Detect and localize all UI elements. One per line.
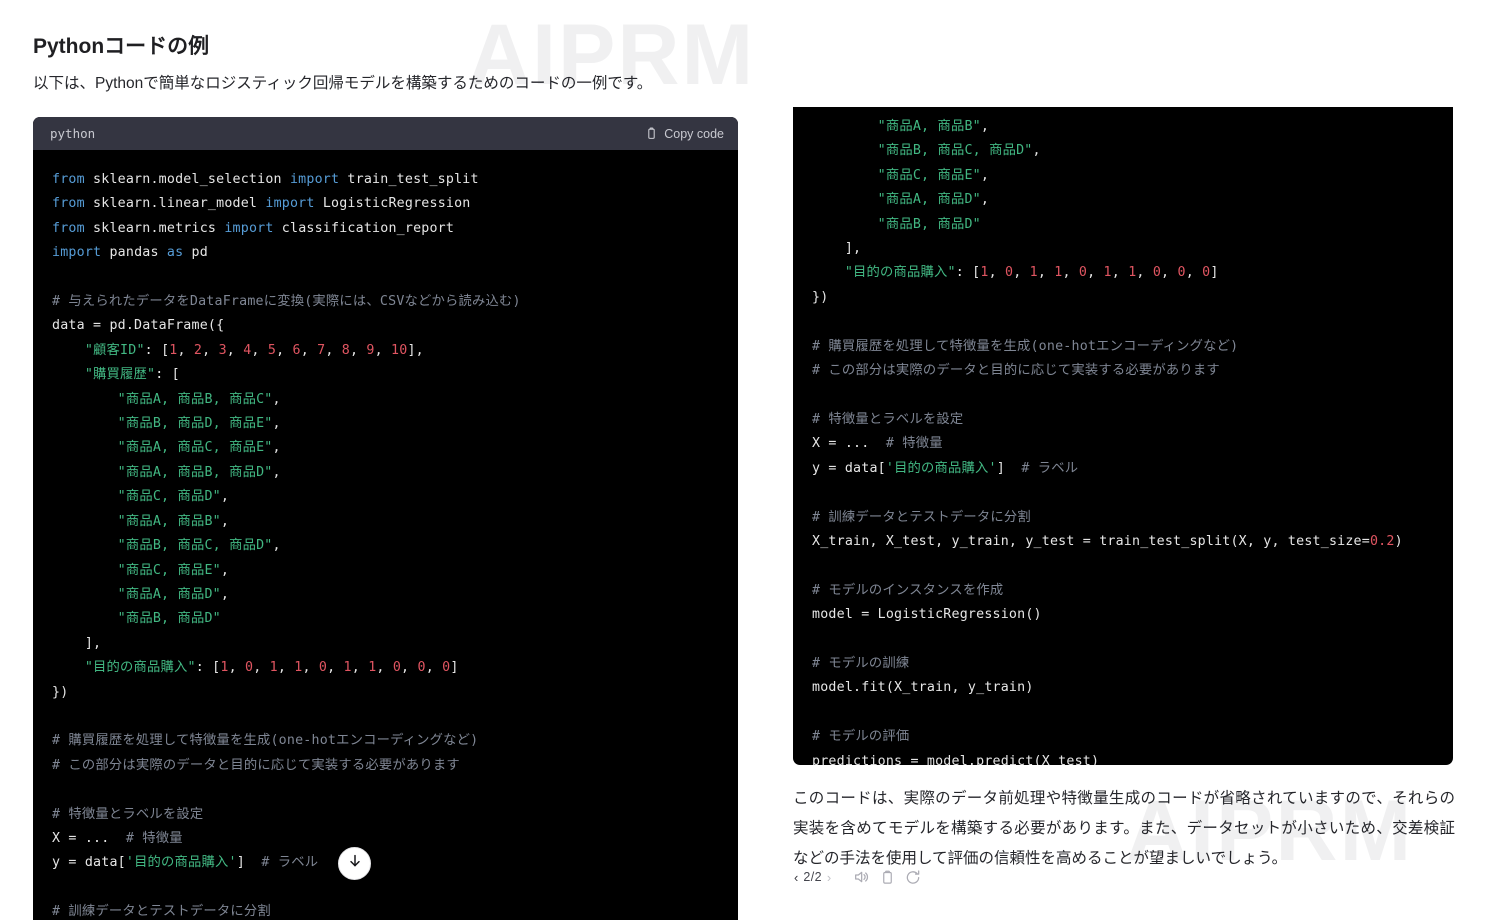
code-line: "商品C, 商品E",: [877, 167, 990, 183]
copy-code-button[interactable]: Copy code: [645, 127, 724, 141]
code-line: # 特徴量とラベルを設定: [52, 806, 204, 822]
code-line: X = ... # 特徴量: [812, 436, 943, 452]
code-line: import pandas as pd: [52, 245, 208, 261]
code-line: }): [812, 289, 829, 305]
speaker-icon: [853, 869, 869, 885]
code-line: "商品A, 商品B, 商品C",: [117, 391, 281, 407]
chatgpt-response-screenshot: AIPRM AIPRM Pythonコードの例 以下は、Pythonで簡単なロジ…: [0, 0, 1502, 920]
regenerate-button[interactable]: [900, 866, 926, 888]
scroll-to-bottom-button[interactable]: [338, 847, 371, 880]
code-line: "商品B, 商品D, 商品E",: [117, 416, 281, 432]
code-line: "商品B, 商品C, 商品D",: [877, 143, 1041, 159]
response-count-label: 2/2: [803, 870, 822, 884]
code-content-right[interactable]: "商品A, 商品B", "商品B, 商品C, 商品D", "商品C, 商品E",…: [793, 107, 1453, 765]
code-line: data = pd.DataFrame({: [52, 318, 225, 334]
code-content-left[interactable]: from sklearn.model_selection import trai…: [33, 150, 738, 920]
code-block-left: python Copy code from sklearn.model_sele…: [33, 117, 738, 920]
clipboard-icon: [880, 870, 895, 885]
code-line: ],: [812, 241, 862, 257]
code-line: y = data['目的の商品購入'] # ラベル: [52, 855, 319, 871]
code-line: # 特徴量とラベルを設定: [812, 411, 964, 427]
copy-code-label: Copy code: [664, 126, 724, 141]
code-line: # モデルの訓練: [812, 655, 910, 671]
code-line: "目的の商品購入": [1, 0, 1, 1, 0, 1, 1, 0, 0, 0…: [84, 660, 459, 676]
code-line: from sklearn.linear_model import Logisti…: [52, 196, 471, 212]
intro-paragraph: 以下は、Pythonで簡単なロジスティック回帰モデルを構築するためのコードの一例…: [33, 75, 653, 92]
code-line: "商品A, 商品B, 商品D",: [117, 464, 281, 480]
code-line: "購買履歴": [: [84, 367, 180, 383]
code-line: # 訓練データとテストデータに分割: [52, 904, 271, 920]
code-line: model = LogisticRegression(): [812, 607, 1042, 623]
prev-response-button[interactable]: ‹: [794, 871, 798, 884]
code-line: "商品C, 商品D",: [117, 489, 230, 505]
code-line: "商品B, 商品D": [877, 216, 981, 232]
left-content-column: Pythonコードの例 以下は、Pythonで簡単なロジスティック回帰モデルを構…: [0, 0, 760, 920]
code-line: y = data['目的の商品購入'] # ラベル: [812, 460, 1079, 476]
code-line: # 購買履歴を処理して特徴量を生成(one-hotエンコーディングなど): [812, 338, 1239, 354]
refresh-icon: [905, 869, 921, 885]
code-line: "商品C, 商品E",: [117, 562, 230, 578]
code-line: X = ... # 特徴量: [52, 830, 183, 846]
code-line: predictions = model.predict(X_test): [812, 753, 1100, 765]
code-line: "目的の商品購入": [1, 0, 1, 1, 0, 1, 1, 0, 0, 0…: [844, 265, 1219, 281]
code-line: "顧客ID": [1, 2, 3, 4, 5, 6, 7, 8, 9, 10],: [84, 342, 424, 358]
code-line: model.fit(X_train, y_train): [812, 680, 1034, 696]
code-line: "商品A, 商品B",: [877, 119, 990, 134]
code-line: # この部分は実際のデータと目的に応じて実装する必要があります: [52, 757, 460, 773]
response-pager: ‹ 2/2 ›: [794, 870, 831, 884]
code-line: }): [52, 684, 69, 700]
code-line: "商品A, 商品C, 商品E",: [117, 440, 281, 456]
code-line: "商品A, 商品D",: [877, 192, 990, 208]
code-line: "商品B, 商品C, 商品D",: [117, 538, 281, 554]
code-line: ],: [52, 635, 102, 651]
code-line: # モデルのインスタンスを作成: [812, 582, 1004, 598]
code-block-left-header: python Copy code: [33, 117, 738, 150]
read-aloud-button[interactable]: [848, 866, 874, 888]
arrow-down-icon: [347, 853, 363, 874]
code-line: # 購買履歴を処理して特徴量を生成(one-hotエンコーディングなど): [52, 733, 479, 749]
code-line: from sklearn.model_selection import trai…: [52, 172, 479, 187]
code-line: # モデルの評価: [812, 729, 910, 745]
closing-paragraph: このコードは、実際のデータ前処理や特徴量生成のコードが省略されていますので、それ…: [793, 790, 1455, 867]
code-line: X_train, X_test, y_train, y_test = train…: [812, 533, 1403, 549]
next-response-button[interactable]: ›: [827, 871, 831, 884]
code-line: "商品A, 商品D",: [117, 586, 230, 602]
code-line: # この部分は実際のデータと目的に応じて実装する必要があります: [812, 363, 1220, 379]
code-line: "商品B, 商品D": [117, 611, 221, 627]
page-title: Pythonコードの例: [33, 35, 210, 58]
right-content-column: "商品A, 商品B", "商品B, 商品C, 商品D", "商品C, 商品E",…: [793, 0, 1493, 920]
code-language-label: python: [50, 126, 96, 141]
code-line: from sklearn.metrics import classificati…: [52, 220, 455, 236]
code-block-right: "商品A, 商品B", "商品B, 商品C, 商品D", "商品C, 商品E",…: [793, 107, 1453, 765]
code-line: # 訓練データとテストデータに分割: [812, 509, 1031, 525]
code-line: # 与えられたデータをDataFrameに変換(実際には、CSVなどから読み込む…: [52, 294, 521, 310]
message-action-bar: ‹ 2/2 ›: [794, 866, 926, 888]
code-line: "商品A, 商品B",: [117, 513, 230, 529]
copy-message-button[interactable]: [874, 866, 900, 888]
clipboard-icon: [645, 127, 658, 140]
